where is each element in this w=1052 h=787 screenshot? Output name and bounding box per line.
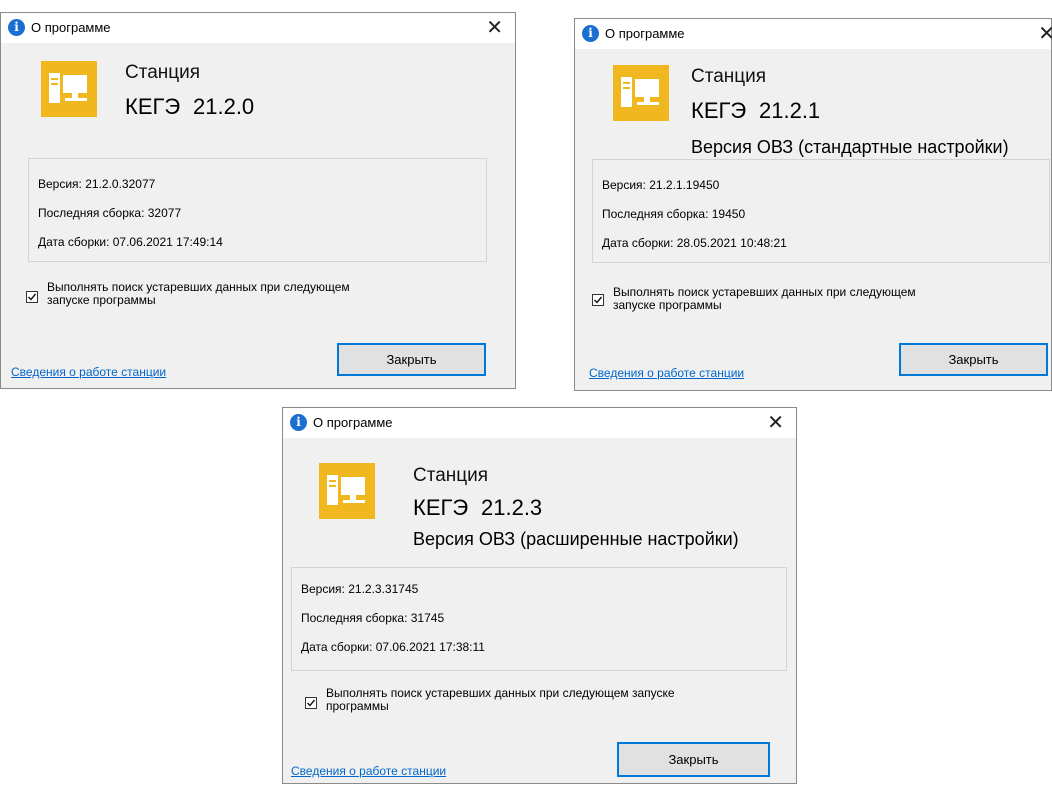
- about-dialog-1: i О программе ✕ Станция КЕГЭ 21.2.0 Верс…: [0, 12, 516, 389]
- cleanup-checkbox-label[interactable]: Выполнять поиск устаревших данных при сл…: [326, 687, 675, 713]
- station-computer-icon: [319, 463, 375, 519]
- edition-text: Версия ОВЗ (стандартные настройки): [691, 137, 1009, 157]
- cleanup-checkbox[interactable]: [305, 697, 317, 709]
- info-icon: i: [582, 25, 599, 42]
- station-info-link[interactable]: Сведения о работе станции: [291, 764, 446, 778]
- build-date-text: Дата сборки: 07.06.2021 17:49:14: [38, 235, 223, 249]
- close-dialog-button[interactable]: Закрыть: [899, 343, 1048, 376]
- info-icon: i: [290, 414, 307, 431]
- station-info-link[interactable]: Сведения о работе станции: [11, 365, 166, 379]
- app-name: Станция: [413, 465, 489, 486]
- title-bar[interactable]: i О программе ✕: [1, 13, 515, 43]
- close-dialog-button[interactable]: Закрыть: [617, 742, 770, 777]
- cleanup-checkbox[interactable]: [26, 291, 38, 303]
- window-title: О программе: [313, 415, 393, 430]
- build-date-text: Дата сборки: 07.06.2021 17:38:11: [301, 640, 485, 654]
- about-dialog-3: i О программе ✕ Станция КЕГЭ 21.2.3 Верс…: [282, 407, 797, 784]
- version-text: Версия: 21.2.3.31745: [301, 582, 419, 596]
- app-name: Станция: [125, 62, 201, 83]
- station-computer-icon: [41, 61, 97, 117]
- build-date-text: Дата сборки: 28.05.2021 10:48:21: [602, 236, 787, 250]
- title-bar[interactable]: i О программе ✕: [575, 19, 1052, 49]
- product-name: КЕГЭ: [125, 94, 181, 119]
- window-title: О программе: [605, 26, 685, 41]
- cleanup-checkbox-label[interactable]: Выполнять поиск устаревших данных при сл…: [613, 286, 916, 312]
- product-version: 21.2.0: [193, 94, 255, 119]
- about-dialog-2: i О программе ✕ Станция КЕГЭ 21.2.1 Верс…: [574, 18, 1052, 391]
- window-title: О программе: [31, 20, 111, 35]
- product-name: КЕГЭ: [691, 98, 747, 123]
- version-text: Версия: 21.2.0.32077: [38, 177, 156, 191]
- close-button[interactable]: ✕: [767, 411, 784, 433]
- title-bar[interactable]: i О программе ✕: [283, 408, 796, 438]
- build-text: Последняя сборка: 19450: [602, 207, 746, 221]
- version-info-box: Версия: 21.2.0.32077 Последняя сборка: 3…: [28, 158, 487, 262]
- station-computer-icon: [613, 65, 669, 121]
- build-text: Последняя сборка: 32077: [38, 206, 182, 220]
- close-button[interactable]: ✕: [1038, 22, 1052, 44]
- product-version: 21.2.3: [481, 495, 543, 520]
- cleanup-checkbox[interactable]: [592, 294, 604, 306]
- version-info-box: Версия: 21.2.3.31745 Последняя сборка: 3…: [291, 567, 787, 671]
- station-info-link[interactable]: Сведения о работе станции: [589, 366, 744, 380]
- product-name: КЕГЭ: [413, 495, 469, 520]
- cleanup-checkbox-label[interactable]: Выполнять поиск устаревших данных при сл…: [47, 281, 350, 307]
- app-name: Станция: [691, 66, 767, 87]
- info-icon: i: [8, 19, 25, 36]
- version-text: Версия: 21.2.1.19450: [602, 178, 720, 192]
- version-info-box: Версия: 21.2.1.19450 Последняя сборка: 1…: [592, 159, 1050, 263]
- build-text: Последняя сборка: 31745: [301, 611, 445, 625]
- product-version: 21.2.1: [759, 98, 821, 123]
- edition-text: Версия ОВЗ (расширенные настройки): [413, 529, 739, 549]
- close-dialog-button[interactable]: Закрыть: [337, 343, 486, 376]
- close-button[interactable]: ✕: [486, 16, 503, 38]
